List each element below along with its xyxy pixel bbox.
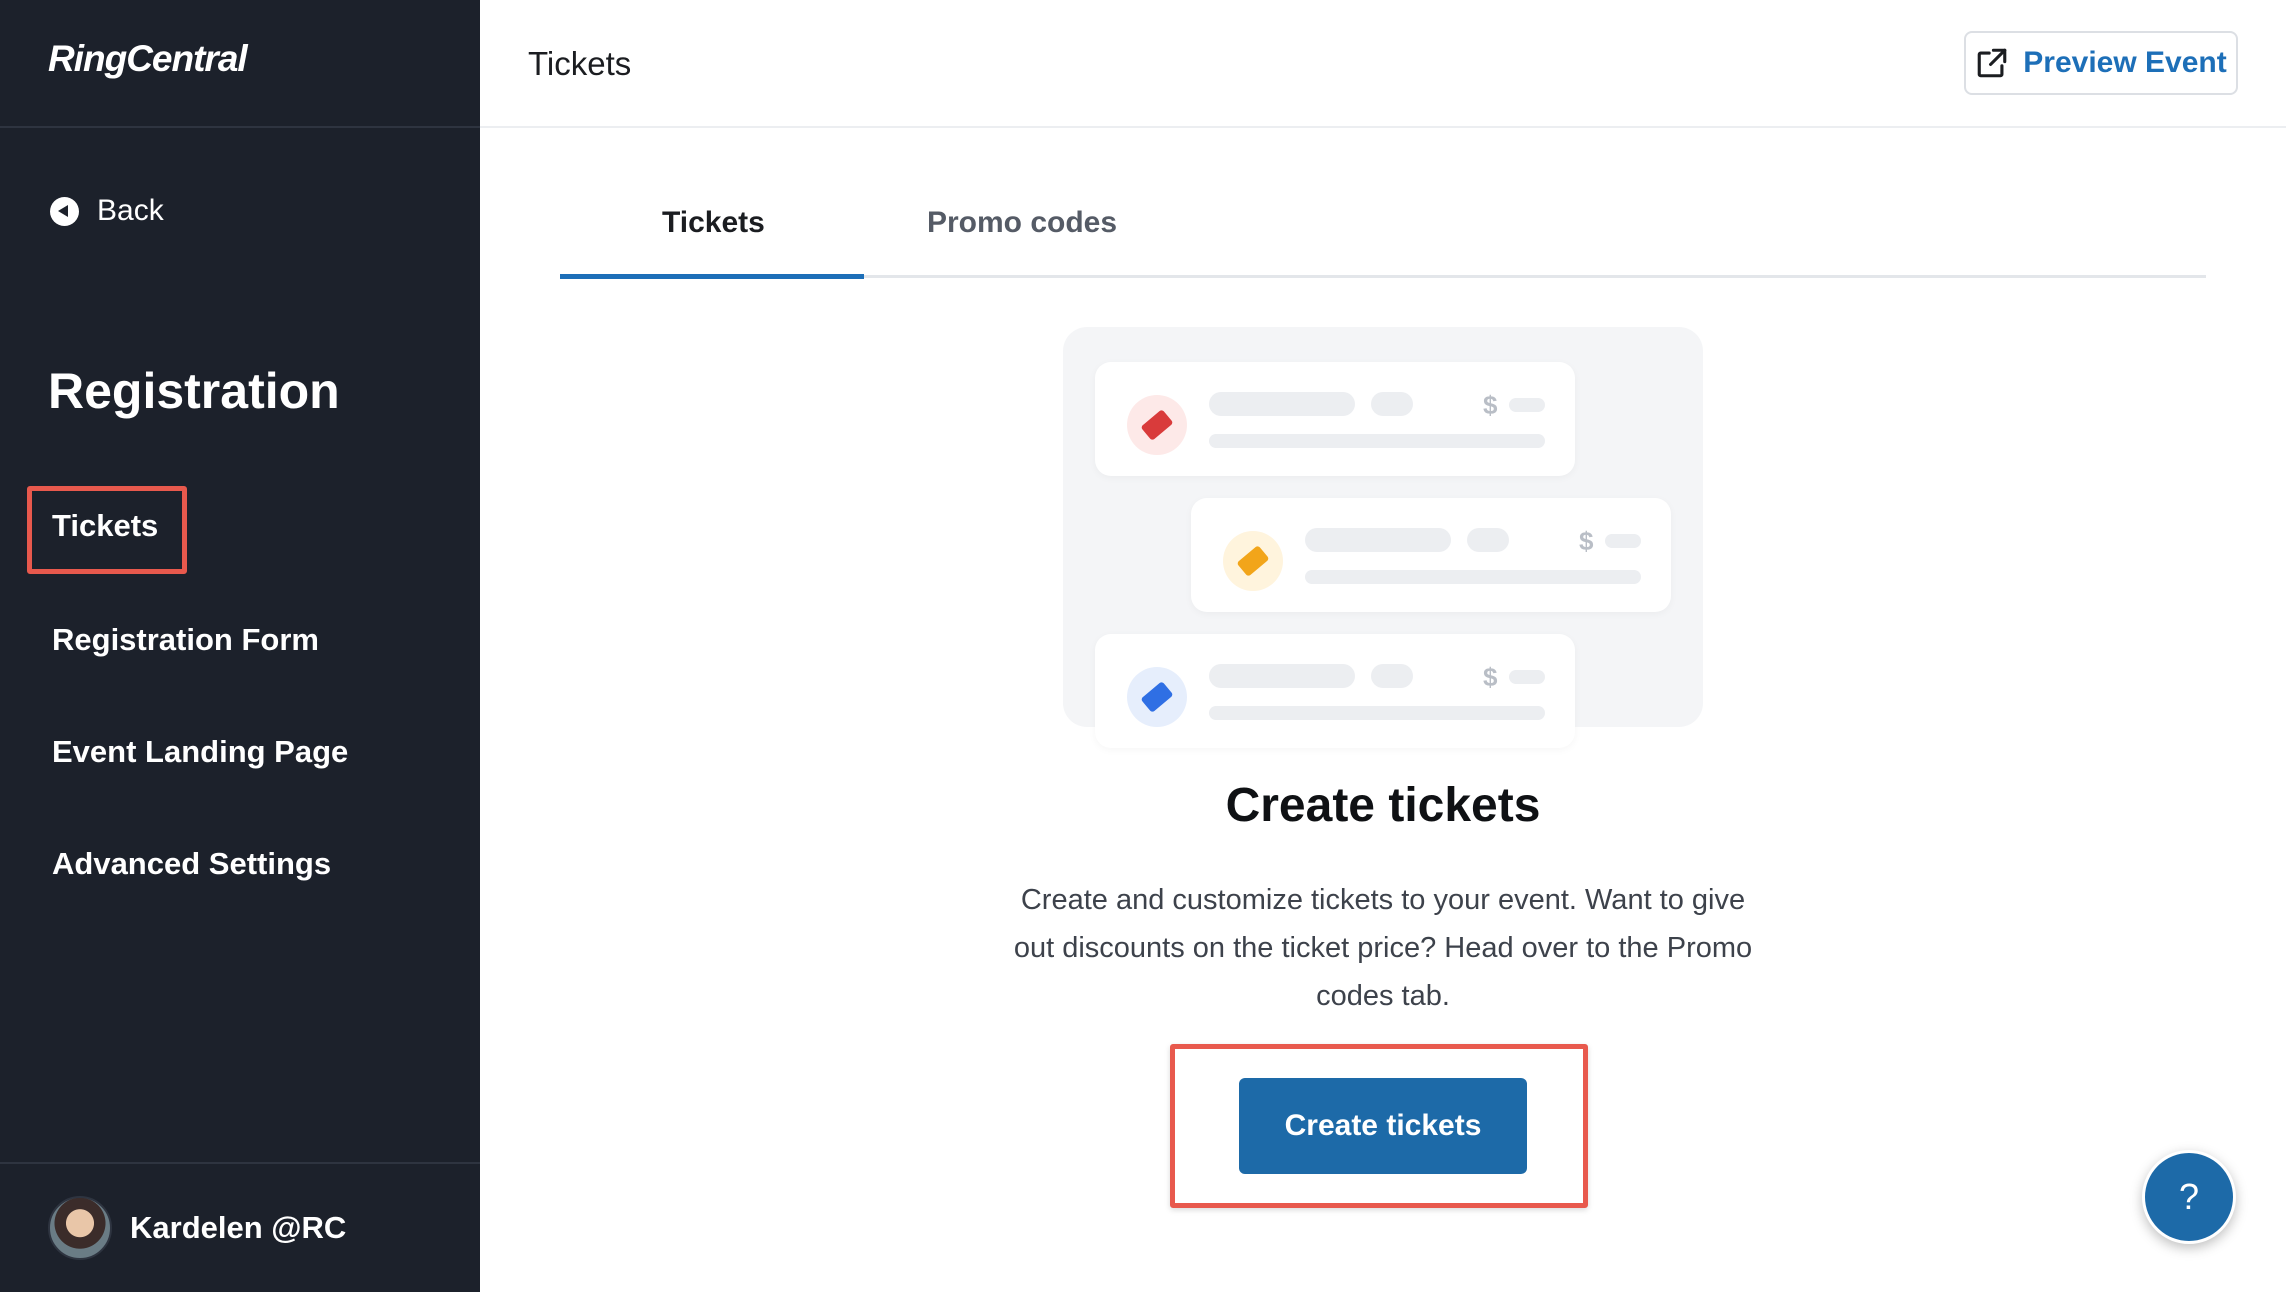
ticket-icon [1127, 395, 1187, 455]
illustration-ticket-card: $ [1095, 362, 1575, 476]
back-arrow-icon [50, 196, 79, 226]
tab-promo-codes[interactable]: Promo codes [927, 206, 1117, 240]
sidebar-item-event-landing-page[interactable]: Event Landing Page [52, 734, 348, 770]
avatar [48, 1196, 112, 1260]
ticket-icon [1223, 531, 1283, 591]
illustration-ticket-card: $ [1095, 634, 1575, 748]
back-button[interactable]: Back [50, 194, 164, 228]
preview-event-button[interactable]: Preview Event [1964, 31, 2238, 95]
preview-event-label: Preview Event [2023, 46, 2227, 79]
empty-state-description: Create and customize tickets to your eve… [1013, 884, 1753, 1012]
external-link-icon [1975, 46, 2009, 80]
tab-tickets[interactable]: Tickets [662, 206, 765, 240]
ticket-icon [1127, 667, 1187, 727]
sidebar-item-advanced-settings[interactable]: Advanced Settings [52, 846, 331, 882]
tab-bar: Tickets Promo codes [560, 166, 2206, 279]
sidebar: RingCentral Back Registration Tickets Re… [0, 0, 480, 1292]
ringcentral-logo: RingCentral [48, 38, 248, 79]
currency-label: $ [1483, 662, 1498, 692]
help-button[interactable]: ? [2142, 1150, 2236, 1244]
currency-label: $ [1483, 390, 1498, 420]
sidebar-divider [0, 1162, 480, 1164]
back-label: Back [97, 194, 164, 227]
page-title: Tickets [528, 45, 632, 82]
illustration-ticket-card: $ [1191, 498, 1671, 612]
sidebar-item-registration-form[interactable]: Registration Form [52, 622, 319, 658]
user-profile[interactable]: Kardelen @RC [48, 1196, 346, 1260]
user-name: Kardelen @RC [130, 1210, 347, 1245]
empty-state-title: Create tickets [1225, 779, 1541, 832]
sidebar-item-tickets[interactable]: Tickets [52, 508, 158, 544]
section-title: Registration [48, 363, 340, 419]
header: Tickets Preview Event [480, 0, 2286, 128]
active-tab-indicator [560, 274, 864, 279]
currency-label: $ [1579, 526, 1594, 556]
create-tickets-button[interactable]: Create tickets [1239, 1078, 1527, 1174]
sidebar-divider [0, 126, 480, 128]
